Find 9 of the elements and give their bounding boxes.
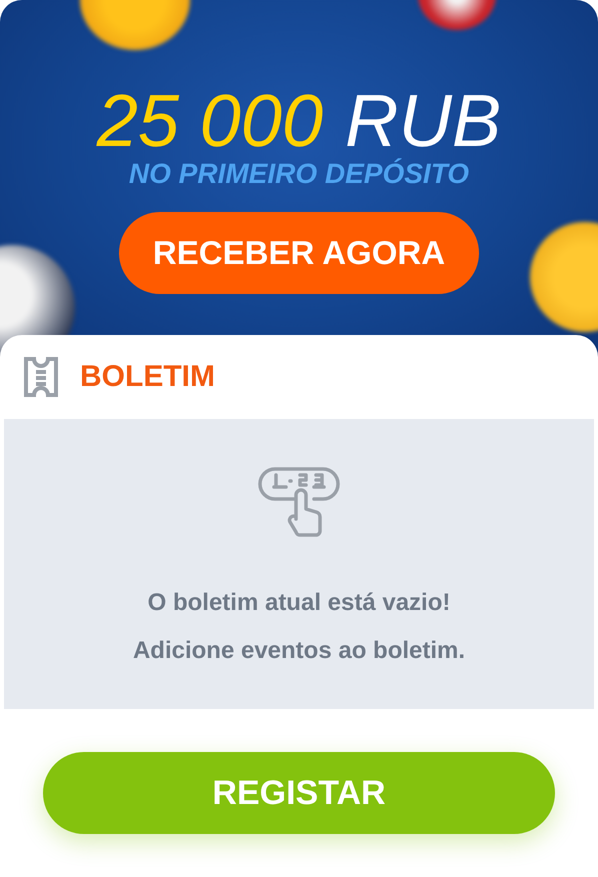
- receive-now-button[interactable]: RECEBER AGORA: [119, 212, 479, 294]
- register-button[interactable]: REGISTAR: [43, 752, 555, 834]
- betslip-title: BOLETIM: [80, 360, 215, 394]
- bonus-currency: RUB: [345, 84, 502, 158]
- bonus-amount: 25 000: [96, 84, 324, 158]
- empty-message: Adicione eventos ao boletim.: [132, 636, 466, 666]
- bonus-subtitle: NO PRIMEIRO DEPÓSITO: [128, 158, 470, 190]
- ticket-icon: [24, 357, 58, 397]
- empty-message: O boletim atual está vazio!: [148, 588, 450, 618]
